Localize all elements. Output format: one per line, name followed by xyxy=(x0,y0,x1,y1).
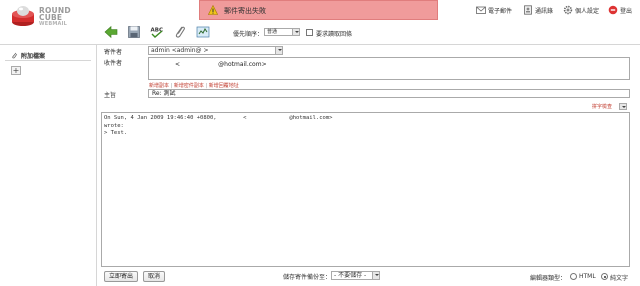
gear-icon xyxy=(563,5,573,15)
attachments-title-label: 附加檔案 xyxy=(21,53,46,60)
error-alert: 郵件寄出失敗 xyxy=(199,0,438,20)
chevron-down-icon xyxy=(372,272,379,279)
sidebar-title-underline xyxy=(5,60,91,61)
add-attachment-label: + xyxy=(12,66,20,75)
subject-value: Re: 測試 xyxy=(152,90,176,97)
receipt-checkbox[interactable] xyxy=(306,29,313,36)
nav-addressbook[interactable]: 通訊錄 xyxy=(523,5,553,15)
nav-addressbook-label: 通訊錄 xyxy=(535,7,554,15)
back-arrow-icon[interactable] xyxy=(104,25,118,39)
nav-compose[interactable]: 電子郵件 xyxy=(476,5,512,15)
spellcheck-icon[interactable]: ABC xyxy=(150,25,164,39)
nav-logout[interactable]: 登出 xyxy=(608,5,632,15)
to-label: 收件者 xyxy=(104,60,123,67)
subject-label: 主旨 xyxy=(104,92,117,99)
nav-settings[interactable]: 個人設定 xyxy=(563,5,599,15)
cancel-button-label: 取消 xyxy=(147,273,160,280)
mail-icon xyxy=(476,6,486,14)
from-select[interactable]: admin <admin@ > xyxy=(148,46,283,55)
editor-html-radio[interactable] xyxy=(570,273,577,280)
chevron-down-icon xyxy=(275,47,282,54)
logout-icon xyxy=(608,5,618,15)
cancel-button[interactable]: 取消 xyxy=(143,271,165,282)
to-value: < @hotmail.com> xyxy=(175,61,267,68)
cube-logo-icon xyxy=(12,6,34,26)
paperclip-icon xyxy=(12,52,18,59)
attachments-title: 附加檔案 xyxy=(11,51,45,60)
addressbook-icon xyxy=(524,5,532,15)
priority-select[interactable]: 普通 xyxy=(264,28,300,36)
save-copy-value: - 不要儲存 - xyxy=(334,272,367,279)
priority-value: 普通 xyxy=(267,29,278,35)
nav-settings-label: 個人設定 xyxy=(575,7,600,15)
add-links: 新增副本 | 新增密件副本 | 新增回覆地址 xyxy=(149,82,239,89)
save-draft-icon[interactable] xyxy=(127,25,141,39)
add-attachment-button[interactable]: + xyxy=(11,66,21,75)
from-value: admin <admin@ > xyxy=(151,47,209,54)
to-field[interactable]: < @hotmail.com> xyxy=(148,57,630,80)
chevron-down-icon xyxy=(292,29,299,35)
nav-compose-label: 電子郵件 xyxy=(488,7,513,15)
subject-input[interactable]: Re: 測試 xyxy=(148,89,630,98)
message-body-text: On Sun, 4 Jan 2009 19:46:40 +0800, < @ho… xyxy=(104,115,333,136)
attachment-icon[interactable] xyxy=(173,25,187,39)
send-button-label: 立即寄出 xyxy=(108,273,133,280)
editor-plain-radio[interactable] xyxy=(601,273,608,280)
editor-plain-label: 純文字 xyxy=(610,275,629,282)
editor-type-label: 編輯器類型： xyxy=(530,275,567,282)
alert-message: 郵件寄出失敗 xyxy=(224,7,266,15)
brand-line3: WEBMAIL xyxy=(39,21,68,27)
signature-icon[interactable] xyxy=(196,25,210,39)
spellcheck-link[interactable]: 拼字檢查 xyxy=(592,103,612,110)
save-copy-select[interactable]: - 不要儲存 - xyxy=(331,271,380,280)
send-button[interactable]: 立即寄出 xyxy=(104,271,138,282)
spell-language-select[interactable] xyxy=(619,103,627,110)
sidebar-divider xyxy=(96,44,97,286)
receipt-label: 要求讀取回條 xyxy=(316,31,353,38)
from-label: 寄件者 xyxy=(104,49,123,56)
nav-logout-label: 登出 xyxy=(620,7,633,15)
chevron-down-icon xyxy=(620,104,626,109)
roundcube-logo: ROUND CUBE WEBMAIL xyxy=(10,3,100,31)
priority-label: 優先順序： xyxy=(233,31,264,38)
save-copy-label: 儲存寄件備份至： xyxy=(283,274,332,281)
editor-html-label: HTML xyxy=(579,273,596,280)
warning-icon xyxy=(208,5,218,15)
